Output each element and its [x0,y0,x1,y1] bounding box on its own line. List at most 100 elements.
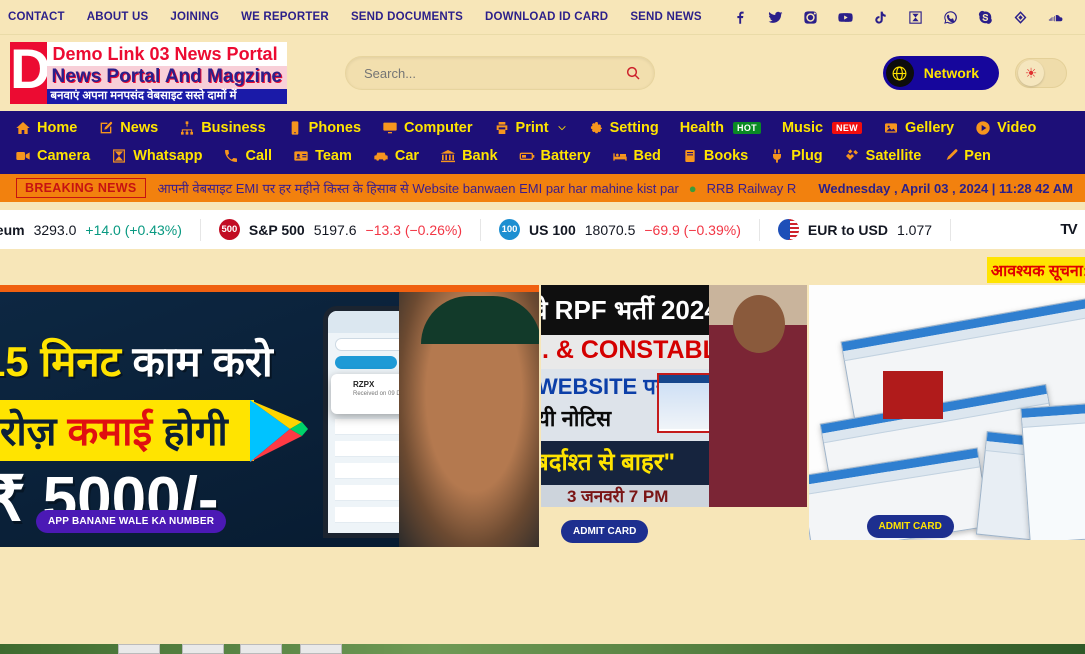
nav-item-health[interactable]: Health HOT [673,116,768,140]
nav-item-computer[interactable]: Computer [375,116,479,140]
market-ticker[interactable]: Ethereum 3293.0 +14.0 (+0.43%) 500 S&P 5… [0,210,1085,249]
nav-item-home[interactable]: Home [8,116,84,140]
top-link-about-us[interactable]: ABOUT US [87,11,149,23]
eur-usd-flag-icon [777,219,799,240]
card-headline-1: 15 मिनट काम करो [0,332,273,389]
card-thumbnail: वे RPF भर्ती 2024 I. & CONSTABLE WEBSITE… [541,285,807,507]
us100-badge-icon: 100 [499,219,521,240]
nav-item-bed[interactable]: Bed [605,144,668,168]
nav-item-phones[interactable]: Phones [280,116,368,140]
top-link-we-reporter[interactable]: WE REPORTER [241,11,329,23]
ticker-item-ethereum[interactable]: Ethereum 3293.0 +14.0 (+0.43%) [0,218,201,241]
ticker-item-sp500[interactable]: 500 S&P 500 5197.6 −13.3 (−0.26%) [201,218,482,241]
ticker-price: 1.077 [897,221,933,238]
twitter-icon[interactable] [768,10,783,25]
tradingview-logo-icon[interactable]: TV [1051,210,1085,249]
nav-item-news[interactable]: News [91,116,165,140]
breaking-item[interactable]: आपनी वेबसाइट EMI पर हर महीने किस्त के हि… [158,179,679,197]
ticker-symbol: S&P 500 [248,221,305,238]
soundcloud-icon[interactable] [1048,10,1063,25]
site-logo[interactable]: D Demo Link 03 News Portal News Portal A… [10,42,287,105]
ticker-price: 3293.0 [33,221,77,238]
nav-item-car[interactable]: Car [366,144,426,168]
nav-item-call[interactable]: Call [216,144,279,168]
theme-toggle[interactable]: ☀ [1015,58,1067,88]
top-link-download-id-card[interactable]: DOWNLOAD ID CARD [485,11,608,23]
nav-item-business[interactable]: Business [172,116,272,140]
headline-part: रोज़ [0,410,57,454]
card-thumbnail: ADMIT CARD [808,285,1085,540]
whatsapp-icon[interactable] [943,10,958,25]
nav-item-bank[interactable]: Bank [433,144,504,168]
nav-item-books[interactable]: Books [675,144,755,168]
headline-part: कमाई [67,410,153,454]
main-navigation: Home News Business Phones Computer Print [0,111,1085,174]
nav-row-primary: Home News Business Phones Computer Print [8,116,1081,140]
nav-item-setting[interactable]: Setting [581,116,666,140]
book-icon [685,150,695,162]
site-header: D Demo Link 03 News Portal News Portal A… [0,35,1085,111]
peek-card [182,644,224,654]
mobile-icon [291,121,299,135]
facebook-icon[interactable] [733,10,748,25]
chevron-down-icon[interactable] [557,123,567,133]
nav-item-camera[interactable]: Camera [8,144,97,168]
top-utility-bar: CONTACT ABOUT US JOINING WE REPORTER SEN… [0,0,1085,35]
logo-tagline: बनवाएं अपना मनपसंद वेबसाइट सस्ते दामों म… [46,88,287,105]
nav-item-whatsapp[interactable]: Whatsapp [104,144,209,168]
nav-item-battery[interactable]: Battery [512,144,598,168]
card-badge[interactable]: ADMIT CARD [561,520,649,543]
battery-icon [519,152,534,160]
nav-item-music[interactable]: Music NEW [775,116,869,140]
search-container [345,56,655,90]
gear-icon [590,122,602,134]
headline-part: 15 मिनट [0,338,121,385]
search-input[interactable] [345,56,655,90]
car-icon [374,152,388,161]
instagram-icon[interactable] [803,10,818,25]
nav-item-video[interactable]: Video [968,116,1043,140]
top-link-send-documents[interactable]: SEND DOCUMENTS [351,11,463,23]
nav-item-print[interactable]: Print [487,116,574,140]
skype-icon[interactable] [978,10,993,25]
globe-icon [885,59,914,87]
youtube-icon[interactable] [838,10,853,25]
nav-label: Gellery [904,120,955,136]
card-top-accent [0,285,539,292]
nav-item-satellite[interactable]: Satellite [837,144,929,168]
peek-card [300,644,342,654]
breaking-news-tag: BREAKING NEWS [16,178,146,198]
nav-item-team[interactable]: Team [286,144,359,168]
card-website-windows-collage[interactable]: ADMIT CARD [808,285,1085,547]
edit-icon [100,121,113,134]
featured-cards: 15 मिनट काम करो रोज़ कमाई होगी ₹ 5000/- [0,285,1085,547]
top-link-send-news[interactable]: SEND NEWS [630,11,701,23]
card-app-banane-wale-ka-number[interactable]: 15 मिनट काम करो रोज़ कमाई होगी ₹ 5000/- [0,285,539,547]
x-icon[interactable] [908,10,923,25]
nav-item-pen[interactable]: Pen [935,144,998,168]
top-link-joining[interactable]: JOINING [170,11,219,23]
card-rpf-bharti-2024[interactable]: वे RPF भर्ती 2024 I. & CONSTABLE WEBSITE… [541,285,807,547]
nav-item-plug[interactable]: Plug [762,144,829,168]
ticker-item-us100[interactable]: 100 US 100 18070.5 −69.9 (−0.39%) [481,218,760,241]
ticker-price: 5197.6 [313,221,357,238]
tiktok-icon[interactable] [873,10,888,25]
ticker-change: −69.9 (−0.39%) [644,221,741,238]
nav-item-gellery[interactable]: Gellery [876,116,961,140]
card-headline-5: बर्दाश्त से बाहर" [541,449,675,476]
peek-card [118,644,160,654]
card-badge[interactable]: APP BANANE WALE KA NUMBER [36,510,227,533]
card-headline-3: WEBSITE पर [541,374,665,399]
search-icon[interactable] [625,65,641,81]
important-notice[interactable]: आवश्यक सूचना:- न्यूज़ प [986,257,1085,283]
card-date: 3 जनवरी 7 PM [567,487,669,506]
id-card-icon [294,151,308,161]
ticker-item-eurusd[interactable]: EUR to USD 1.077 [760,218,952,241]
breaking-item[interactable]: RRB Railway R [707,181,797,196]
nav-label: Phones [308,120,362,136]
breaking-news-ticker[interactable]: आपनी वेबसाइट EMI पर हर महीने किस्त के हि… [158,179,807,197]
top-link-contact[interactable]: CONTACT [8,11,65,23]
network-button[interactable]: Network [882,56,999,90]
dribbble-icon[interactable] [1013,10,1028,25]
card-badge[interactable]: ADMIT CARD [866,515,954,538]
